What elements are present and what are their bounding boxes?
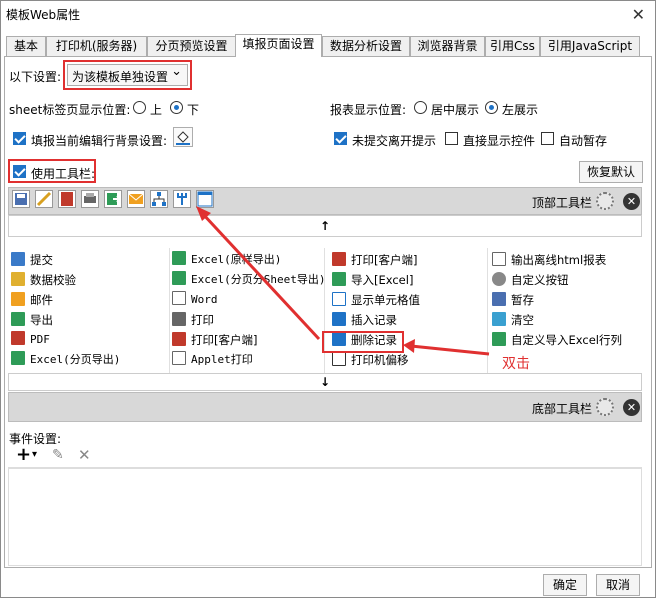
annotation-arrows — [196, 206, 490, 356]
dialog-window: 模板Web属性 ✕ 基本 打印机(服务器) 分页预览设置 填报页面设置 数据分析… — [0, 0, 656, 598]
arrow-head — [403, 339, 415, 353]
cancel-button[interactable]: 取消 — [596, 574, 640, 596]
arrow-line — [410, 344, 490, 356]
tab-fill-page[interactable]: 填报页面设置 — [235, 34, 322, 57]
arrow-line — [200, 211, 321, 341]
ok-button[interactable]: 确定 — [543, 574, 587, 596]
